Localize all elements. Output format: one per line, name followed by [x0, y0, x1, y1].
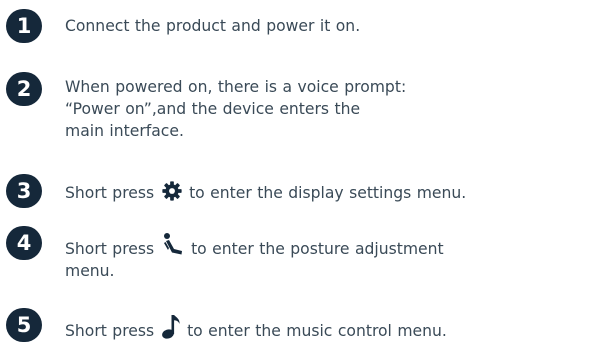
music-note-icon	[161, 314, 181, 340]
step-5-before: Short press	[65, 322, 155, 340]
step-text: When powered on, there is a voice prompt…	[65, 76, 587, 142]
step-4-before: Short press	[65, 240, 155, 258]
step-number-badge: 2	[6, 72, 42, 106]
step-text: Short press to enter the display setting…	[65, 180, 587, 204]
step-1-text: Connect the product and power it on.	[65, 17, 361, 35]
step-4-after-2: menu.	[65, 262, 115, 280]
posture-icon	[161, 232, 185, 258]
step-number-badge: 4	[6, 226, 42, 260]
step-number-badge: 5	[6, 308, 42, 342]
step-2-line-2: “Power on”,and the device enters the	[65, 100, 361, 118]
step-5-after: to enter the music control menu.	[187, 322, 447, 340]
gear-icon	[161, 180, 183, 202]
step-3-after: to enter the display settings menu.	[189, 184, 467, 202]
step-4-after-1: to enter the posture adjustment	[191, 240, 444, 258]
step-text: Short press to enter the posture adjustm…	[65, 232, 587, 282]
step-2-line-3: main interface.	[65, 122, 184, 140]
step-3-before: Short press	[65, 184, 155, 202]
step-number-badge: 1	[6, 9, 42, 43]
step-number-badge: 3	[6, 174, 42, 208]
step-text: Short press to enter the music control m…	[65, 314, 587, 342]
step-2-line-1: When powered on, there is a voice prompt…	[65, 78, 407, 96]
step-text: Connect the product and power it on.	[65, 15, 587, 37]
